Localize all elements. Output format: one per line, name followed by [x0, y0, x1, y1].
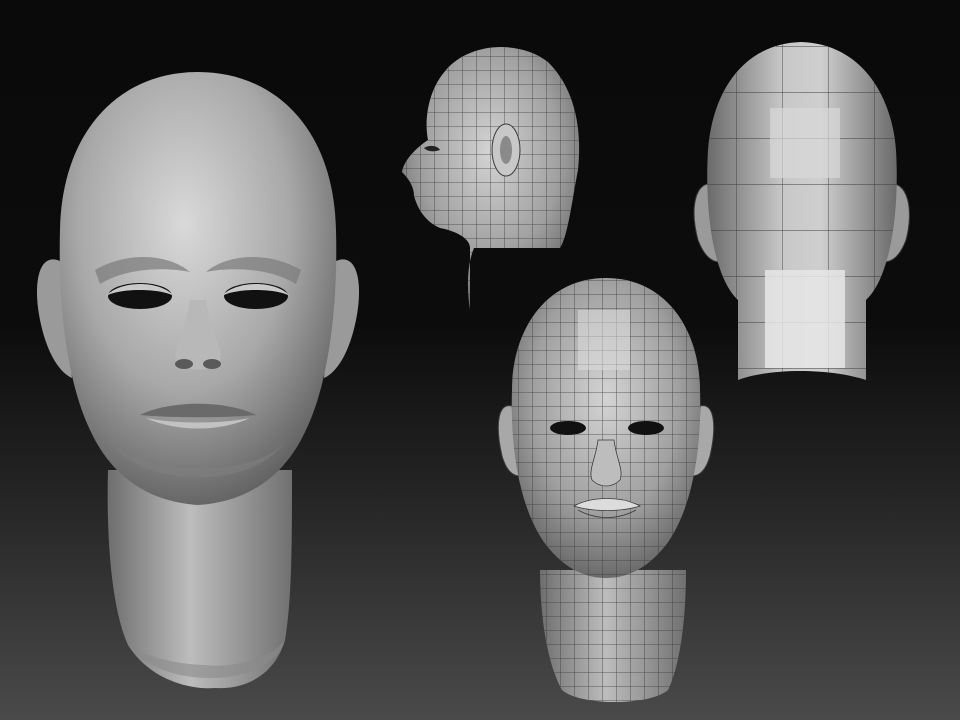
scene-canvas [36, 42, 910, 702]
sculpt-head-front[interactable] [36, 72, 360, 689]
wireframe-head-front[interactable] [497, 278, 715, 702]
wireframe-head-side[interactable] [402, 47, 580, 310]
sculpt-viewport[interactable] [0, 0, 960, 720]
wireframe-head-back[interactable] [693, 42, 910, 380]
